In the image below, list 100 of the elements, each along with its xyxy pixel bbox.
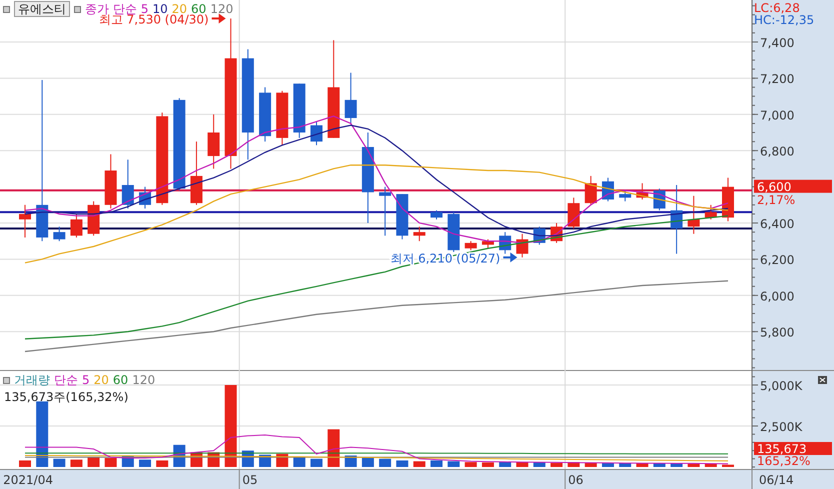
volume-ratio-label: 165,32% bbox=[757, 454, 810, 468]
candlestick bbox=[70, 213, 82, 238]
volume-bar bbox=[722, 464, 734, 467]
current-volume-tag: 135,673 bbox=[754, 442, 832, 456]
candlestick bbox=[722, 177, 734, 222]
volume-bar bbox=[636, 463, 648, 467]
stock-name-button[interactable]: 유에스티 bbox=[14, 1, 70, 17]
volume-bar bbox=[413, 461, 426, 467]
volume-bar bbox=[619, 463, 632, 467]
volume-bar bbox=[482, 462, 494, 467]
candlestick bbox=[259, 86, 272, 142]
volume-bar bbox=[688, 464, 700, 467]
candlestick bbox=[602, 177, 614, 202]
legend-label: 종가 단순 bbox=[85, 2, 137, 16]
axis-label: 7,000 bbox=[760, 108, 794, 122]
volume-bar bbox=[70, 460, 82, 467]
axis-label: 5,000K bbox=[760, 379, 802, 393]
axis-label: 7,400 bbox=[760, 36, 794, 50]
axis-label: 7,200 bbox=[760, 72, 794, 86]
axis-label: 5,800 bbox=[760, 326, 794, 340]
close-icon[interactable] bbox=[818, 376, 827, 384]
volume-bar bbox=[533, 462, 546, 467]
volume-bar bbox=[670, 463, 683, 467]
legend-square-icon bbox=[3, 6, 10, 12]
date-label: 2021/04 bbox=[3, 473, 53, 487]
candlestick bbox=[139, 186, 152, 210]
volume-bar bbox=[104, 458, 117, 467]
candlestick bbox=[636, 182, 648, 200]
candlestick bbox=[104, 154, 117, 210]
arrow-icon bbox=[503, 252, 518, 262]
candlestick bbox=[396, 194, 408, 240]
legend-label: 60 bbox=[112, 373, 128, 387]
volume-bar bbox=[139, 460, 152, 467]
axis-label: 2,500K bbox=[760, 420, 802, 434]
lc-label: LC:6,28 bbox=[754, 1, 800, 15]
candlestick bbox=[344, 72, 357, 124]
volume-bar bbox=[653, 463, 666, 467]
volume-bar bbox=[550, 462, 563, 467]
volume-bar bbox=[704, 464, 717, 467]
volume-bar bbox=[448, 461, 460, 467]
candlestick bbox=[310, 121, 322, 146]
candlestick bbox=[293, 83, 306, 138]
volume-bar bbox=[293, 457, 306, 467]
candlestick bbox=[430, 210, 442, 220]
legend-label: 거래량 bbox=[14, 373, 50, 387]
candlestick bbox=[670, 184, 683, 254]
volume-bar bbox=[328, 429, 340, 467]
axis-label: 6,800 bbox=[760, 144, 794, 159]
axis-label: 6,200 bbox=[760, 253, 794, 268]
candlestick bbox=[19, 204, 31, 238]
date-label: 06 bbox=[568, 473, 584, 487]
volume-bar bbox=[53, 458, 66, 467]
candlestick bbox=[413, 226, 426, 242]
volume-bar bbox=[464, 462, 477, 467]
candlestick bbox=[550, 222, 563, 244]
volume-bar bbox=[276, 454, 288, 467]
volume-bar bbox=[88, 457, 100, 467]
candlestick bbox=[619, 190, 632, 202]
date-label: 06/14 bbox=[759, 473, 794, 487]
volume-bar bbox=[516, 462, 528, 467]
volume-bar bbox=[310, 458, 322, 467]
volume-bar bbox=[259, 454, 272, 467]
candlestick bbox=[499, 232, 512, 254]
candlestick bbox=[584, 175, 597, 206]
volume-summary: 135,673주(165,32%) bbox=[4, 389, 128, 406]
legend-label: 20 bbox=[94, 373, 109, 387]
candlestick bbox=[53, 226, 66, 242]
legend-label: 단순 bbox=[54, 373, 78, 387]
legend-square-icon bbox=[3, 376, 10, 384]
legend-label: 5 bbox=[140, 2, 148, 16]
legend-label: 5 bbox=[82, 373, 90, 387]
arrow-icon bbox=[212, 13, 226, 24]
candlestick bbox=[482, 238, 494, 249]
legend-square-icon bbox=[74, 6, 81, 12]
candlestick bbox=[379, 186, 392, 236]
candlestick bbox=[464, 240, 477, 251]
volume-bar bbox=[568, 462, 580, 467]
volume-bar bbox=[396, 460, 408, 467]
candlestick bbox=[88, 200, 100, 236]
legend-label: 120 bbox=[210, 2, 234, 16]
volume-bar bbox=[430, 460, 442, 467]
hc-label: HC:-12,35 bbox=[754, 13, 814, 27]
volume-bar bbox=[36, 401, 48, 467]
candlestick bbox=[208, 114, 220, 170]
axis-label: 6,000 bbox=[760, 289, 794, 304]
volume-bar bbox=[156, 460, 168, 467]
axis-label: 6,400 bbox=[760, 217, 794, 232]
candlestick bbox=[276, 90, 288, 146]
candlestick bbox=[516, 233, 528, 258]
candlestick bbox=[568, 197, 580, 229]
candlestick bbox=[448, 212, 460, 252]
price-change-label: 2,17% bbox=[757, 192, 796, 207]
current-price-tag: 6,600 bbox=[754, 180, 832, 194]
volume-bar bbox=[584, 462, 597, 467]
volume-bar bbox=[19, 460, 31, 467]
legend-label: 20 bbox=[172, 2, 188, 16]
volume-bar bbox=[379, 458, 392, 467]
volume-bar bbox=[362, 457, 374, 467]
candlestick bbox=[688, 195, 700, 234]
legend-label: 10 bbox=[152, 2, 168, 16]
